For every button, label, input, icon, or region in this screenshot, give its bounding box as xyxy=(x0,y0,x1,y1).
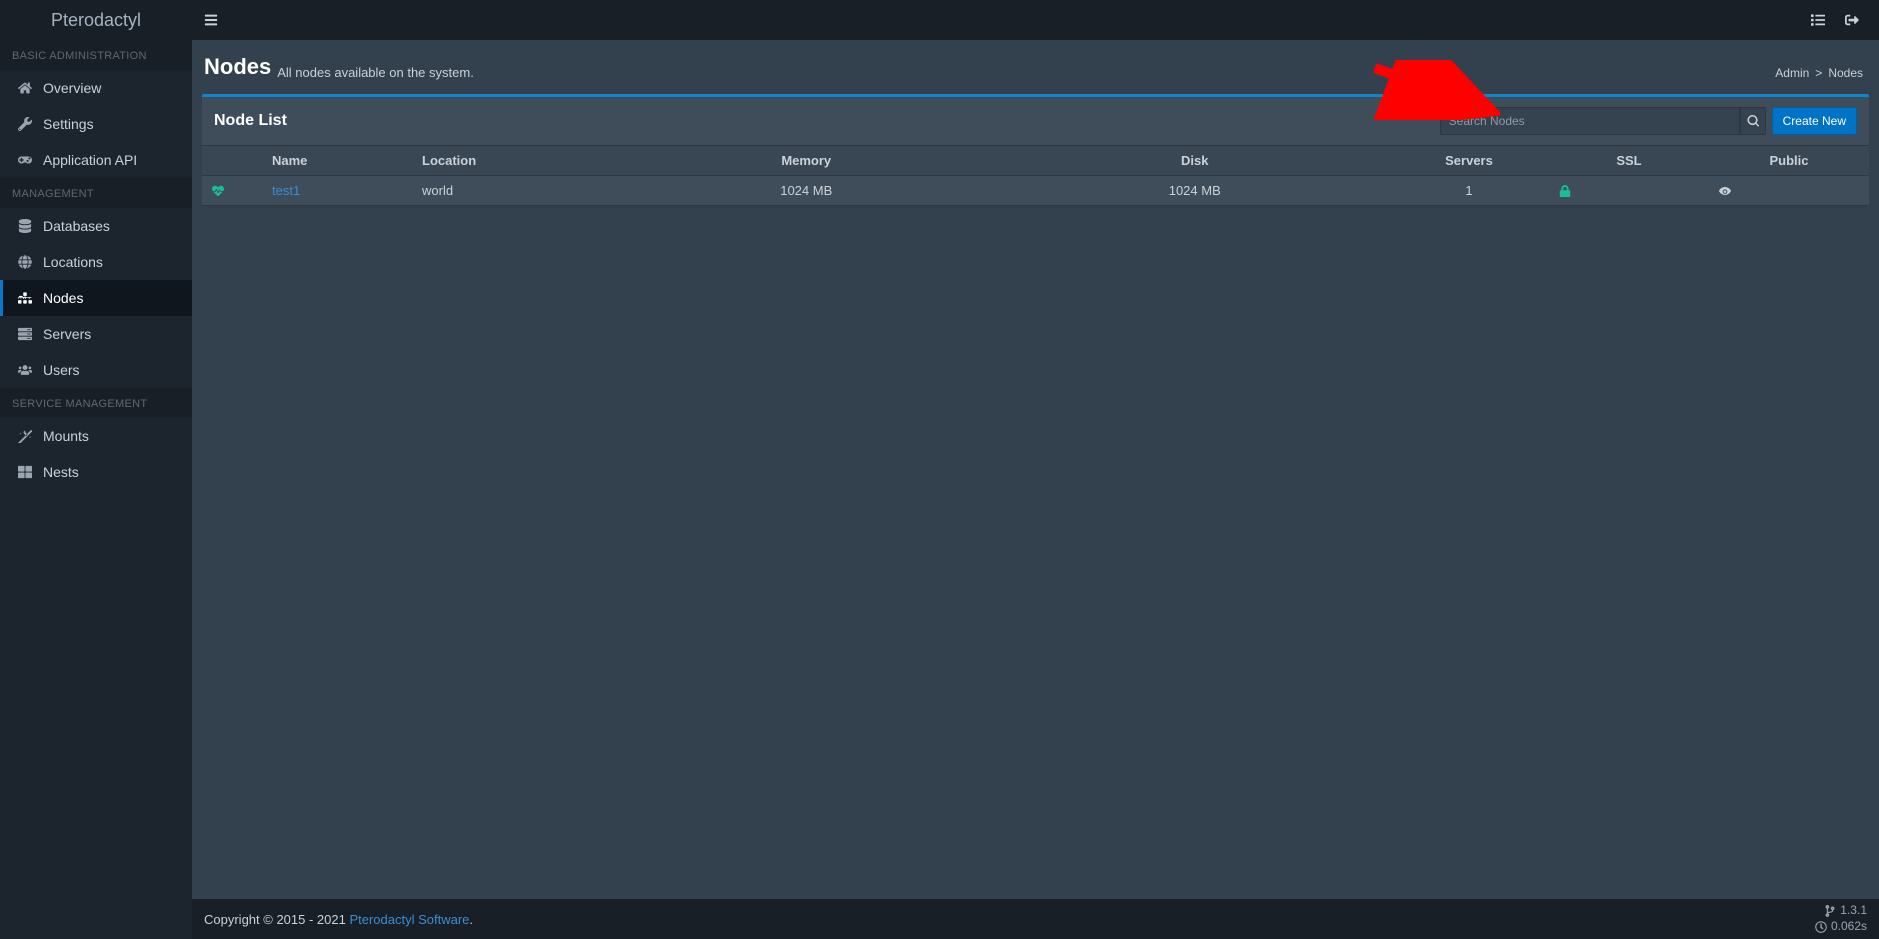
sidebar-item-mounts[interactable]: Mounts xyxy=(0,418,192,454)
sitemap-icon xyxy=(17,291,33,305)
cell-status xyxy=(202,176,262,206)
sidebar-item-label: Settings xyxy=(43,116,94,132)
version-value: 1.3.1 xyxy=(1840,903,1867,919)
gamepad-icon xyxy=(17,153,33,167)
sidebar-section-basic: BASIC ADMINISTRATION xyxy=(0,40,192,70)
page-subtitle: All nodes available on the system. xyxy=(277,65,474,80)
box-header: Node List Create New xyxy=(202,97,1869,146)
breadcrumb-nodes: Nodes xyxy=(1828,66,1863,80)
th-location: Location xyxy=(412,146,612,176)
th-ssl: SSL xyxy=(1549,146,1709,176)
box-tools: Create New xyxy=(1440,107,1857,135)
list-alt-icon[interactable] xyxy=(1811,13,1825,27)
users-icon xyxy=(17,363,33,377)
logo[interactable]: Pterodactyl xyxy=(0,0,192,40)
sidebar-item-label: Overview xyxy=(43,80,101,96)
footer-right: 1.3.1 0.062s xyxy=(1815,903,1867,934)
server-icon xyxy=(17,327,33,341)
copyright-prefix: Copyright © 2015 - 2021 xyxy=(204,912,349,927)
magic-icon xyxy=(17,429,33,443)
sidebar: BASIC ADMINISTRATION Overview Settings A… xyxy=(0,40,192,939)
period: . xyxy=(469,912,473,927)
time-value: 0.062s xyxy=(1831,919,1867,935)
th-servers: Servers xyxy=(1389,146,1549,176)
table-row: test1 world 1024 MB 1024 MB 1 xyxy=(202,176,1869,206)
branch-icon xyxy=(1824,905,1836,917)
sidebar-item-databases[interactable]: Databases xyxy=(0,208,192,244)
th-status xyxy=(202,146,262,176)
top-header: Pterodactyl xyxy=(0,0,1879,40)
database-icon xyxy=(17,219,33,233)
th-memory: Memory xyxy=(612,146,1001,176)
nodes-table: Name Location Memory Disk Servers SSL Pu… xyxy=(202,146,1869,206)
lock-icon xyxy=(1559,185,1699,197)
cell-name: test1 xyxy=(262,176,412,206)
node-link[interactable]: test1 xyxy=(272,183,300,198)
cell-disk: 1024 MB xyxy=(1001,176,1390,206)
content-header: Nodes All nodes available on the system.… xyxy=(192,40,1879,94)
brand-name: Pterodactyl xyxy=(51,10,141,31)
signout-icon[interactable] xyxy=(1845,13,1859,27)
clock-icon xyxy=(1815,921,1827,933)
sidebar-item-overview[interactable]: Overview xyxy=(0,70,192,106)
cell-public xyxy=(1709,176,1869,206)
sidebar-item-application-api[interactable]: Application API xyxy=(0,142,192,178)
box-title: Node List xyxy=(214,112,287,130)
search-input[interactable] xyxy=(1440,107,1740,135)
cell-ssl xyxy=(1549,176,1709,206)
sidebar-item-users[interactable]: Users xyxy=(0,352,192,388)
sidebar-section-service: SERVICE MANAGEMENT xyxy=(0,388,192,418)
hamburger-icon[interactable] xyxy=(204,13,218,27)
top-right-tools xyxy=(1811,13,1879,27)
search-button[interactable] xyxy=(1740,107,1766,135)
th-large-icon xyxy=(17,465,33,479)
cell-location: world xyxy=(412,176,612,206)
sidebar-item-settings[interactable]: Settings xyxy=(0,106,192,142)
search-icon xyxy=(1747,115,1759,127)
th-public: Public xyxy=(1709,146,1869,176)
breadcrumb: Admin > Nodes xyxy=(1775,66,1867,80)
sidebar-item-label: Nodes xyxy=(43,290,83,306)
sidebar-section-management: MANAGEMENT xyxy=(0,178,192,208)
th-name: Name xyxy=(262,146,412,176)
cell-servers: 1 xyxy=(1389,176,1549,206)
breadcrumb-sep: > xyxy=(1815,66,1822,80)
globe-icon xyxy=(17,255,33,269)
sidebar-item-label: Locations xyxy=(43,254,103,270)
content: Node List Create New Name Location Memor… xyxy=(192,94,1879,206)
sidebar-item-label: Servers xyxy=(43,326,91,342)
wrench-icon xyxy=(17,117,33,131)
create-new-button[interactable]: Create New xyxy=(1772,107,1857,135)
sidebar-item-locations[interactable]: Locations xyxy=(0,244,192,280)
sidebar-item-label: Databases xyxy=(43,218,110,234)
cell-memory: 1024 MB xyxy=(612,176,1001,206)
home-icon xyxy=(17,81,33,95)
heartbeat-icon xyxy=(212,185,252,197)
sidebar-item-label: Mounts xyxy=(43,428,89,444)
footer-copyright: Copyright © 2015 - 2021 Pterodactyl Soft… xyxy=(204,912,473,927)
sidebar-item-nests[interactable]: Nests xyxy=(0,454,192,490)
sidebar-item-label: Users xyxy=(43,362,80,378)
sidebar-item-servers[interactable]: Servers xyxy=(0,316,192,352)
eye-icon xyxy=(1719,185,1859,197)
node-list-box: Node List Create New Name Location Memor… xyxy=(202,94,1869,206)
sidebar-item-nodes[interactable]: Nodes xyxy=(0,280,192,316)
footer: Copyright © 2015 - 2021 Pterodactyl Soft… xyxy=(192,899,1879,939)
page-title: Nodes xyxy=(204,54,271,80)
sidebar-item-label: Nests xyxy=(43,464,79,480)
th-disk: Disk xyxy=(1001,146,1390,176)
breadcrumb-admin[interactable]: Admin xyxy=(1775,66,1809,80)
sidebar-item-label: Application API xyxy=(43,152,137,168)
software-link[interactable]: Pterodactyl Software xyxy=(349,912,469,927)
content-wrap: Nodes All nodes available on the system.… xyxy=(192,40,1879,899)
